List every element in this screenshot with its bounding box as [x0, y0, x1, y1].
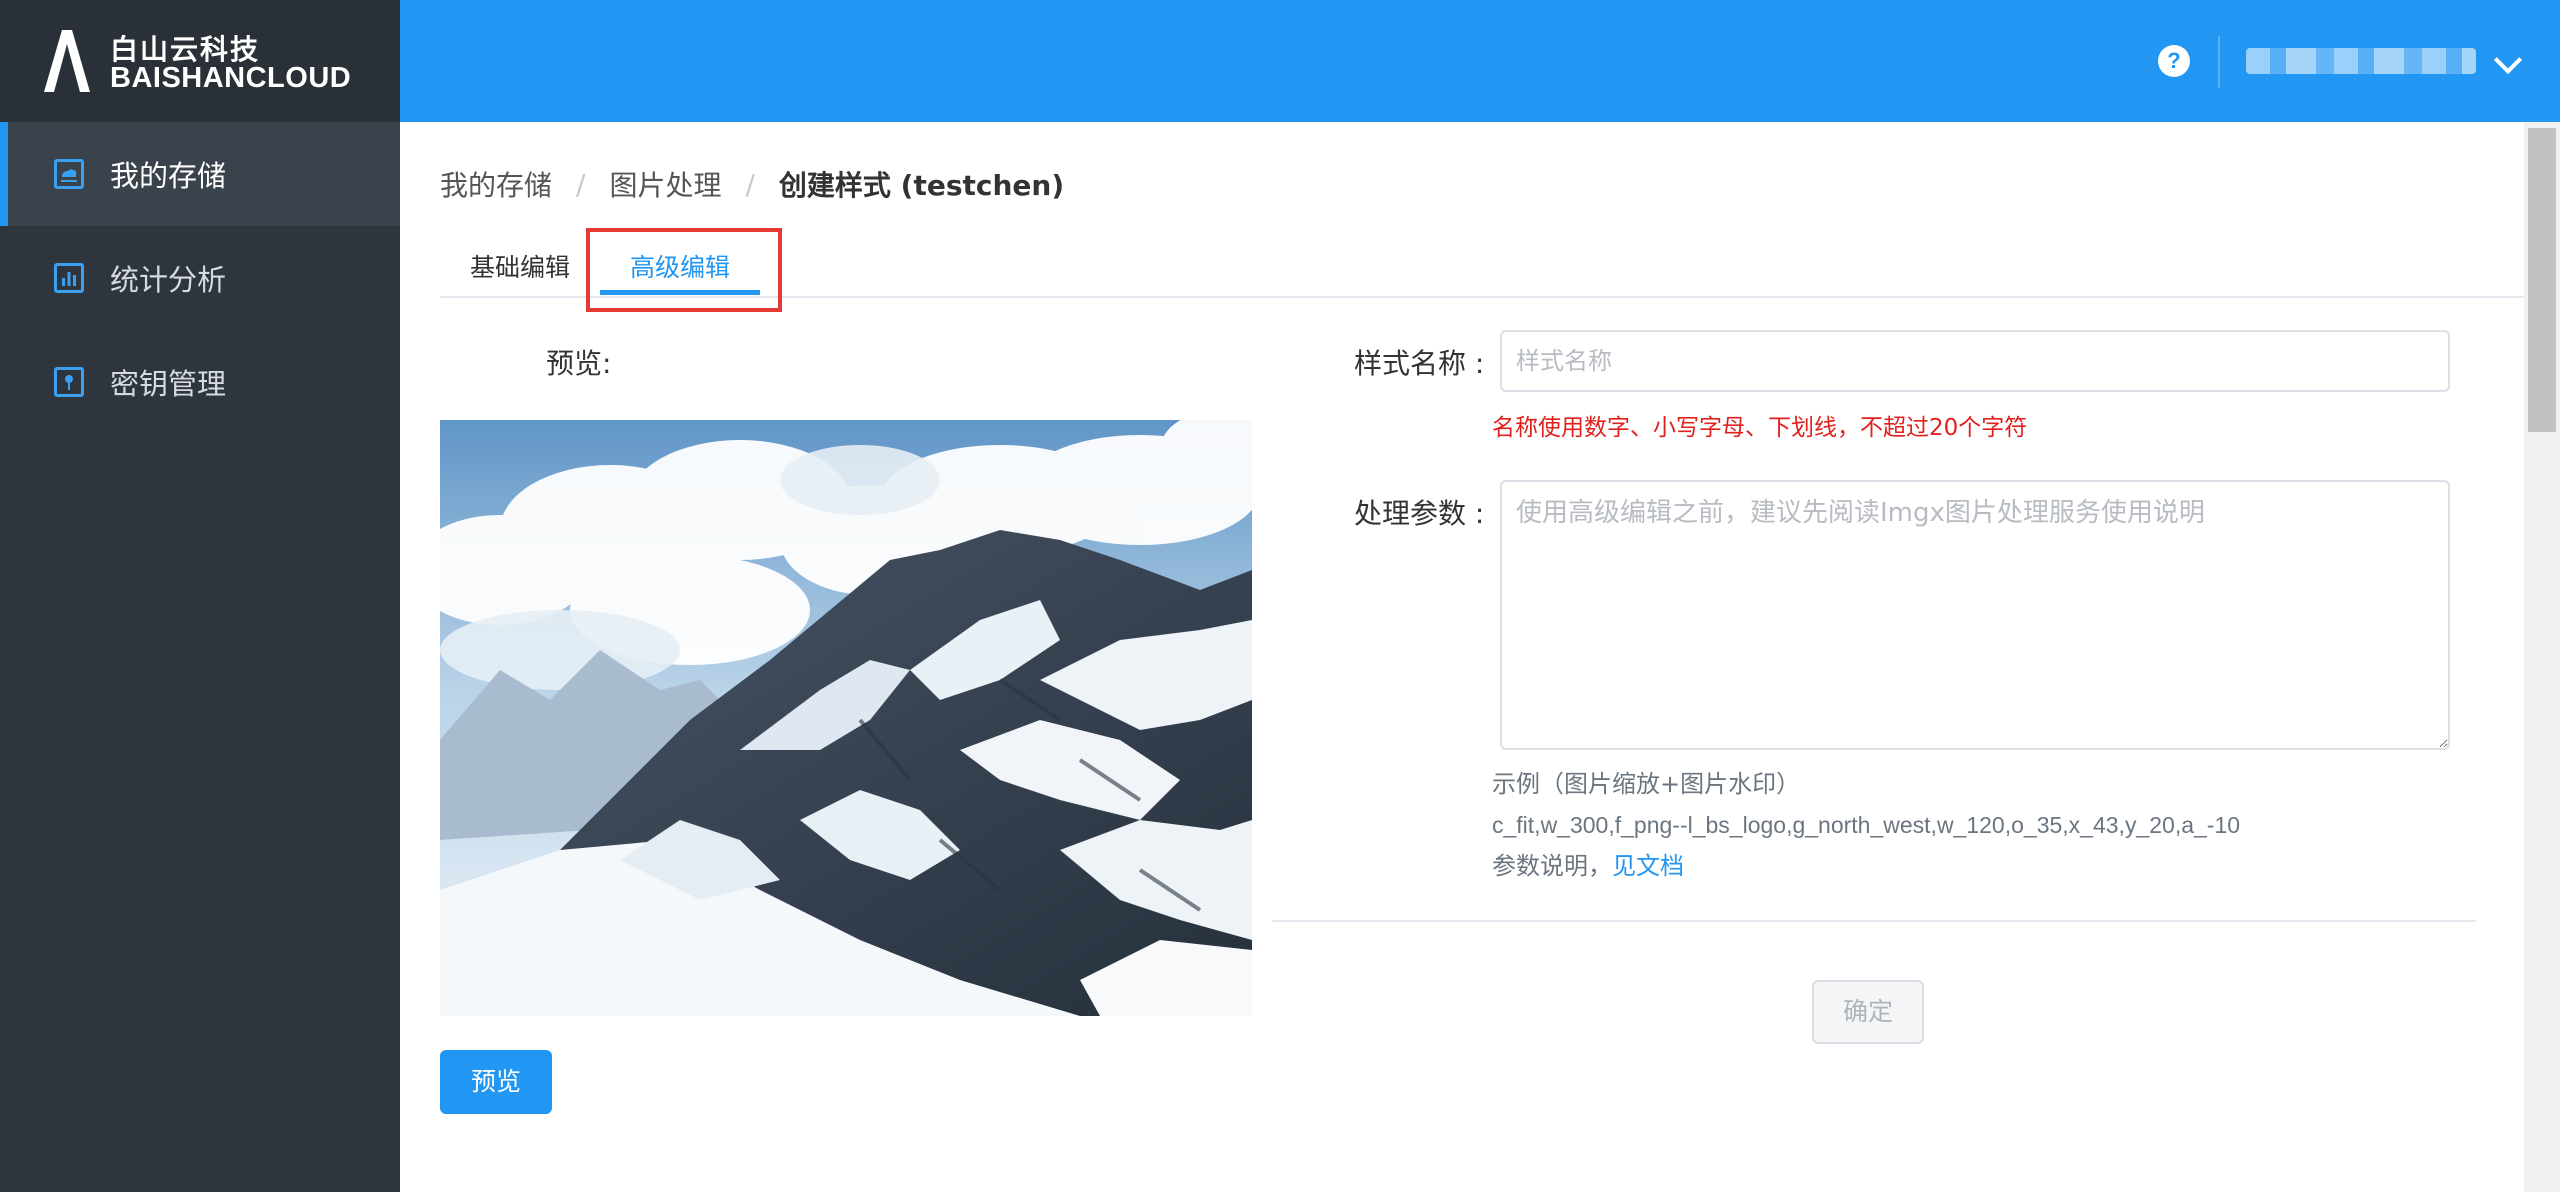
breadcrumb-separator: / — [745, 167, 755, 201]
breadcrumb-item-image-processing[interactable]: 图片处理 — [609, 164, 721, 204]
preview-image — [440, 420, 1252, 1016]
bar-chart-icon — [54, 263, 84, 293]
mountain-landscape-image — [440, 420, 1252, 1016]
sidebar-item-label: 我的存储 — [110, 159, 227, 193]
preview-button[interactable]: 预览 — [440, 1050, 552, 1114]
form-divider — [1272, 920, 2476, 922]
top-header: ? — [400, 0, 2560, 122]
scrollbar-thumb[interactable] — [2528, 128, 2556, 432]
breadcrumb-current: 创建样式 (testchen) — [778, 169, 1065, 202]
style-name-label: 样式名称 : — [1354, 347, 1485, 380]
sidebar-item-label: 密钥管理 — [110, 367, 227, 401]
chevron-down-icon[interactable] — [2493, 45, 2523, 75]
breadcrumb: 我的存储 / 图片处理 / 创建样式 (testchen) — [440, 164, 1064, 204]
confirm-button[interactable]: 确定 — [1812, 980, 1924, 1044]
param-doc-line: 参数说明，见文档 — [1492, 846, 1684, 881]
see-docs-link[interactable]: 见文档 — [1612, 852, 1684, 880]
sidebar-item-label: 统计分析 — [110, 263, 227, 297]
highlight-annotation-box — [586, 228, 782, 312]
process-params-textarea[interactable] — [1500, 480, 2450, 750]
help-icon[interactable]: ? — [2158, 45, 2190, 77]
style-name-hint: 名称使用数字、小写字母、下划线，不超过20个字符 — [1492, 415, 2028, 441]
user-account-name-redacted[interactable] — [2246, 48, 2476, 74]
header-divider — [2218, 36, 2220, 88]
tab-basic-edit[interactable]: 基础编辑 — [470, 248, 570, 284]
preview-label: 预览: — [546, 347, 612, 380]
sidebar-item-statistics[interactable]: 统计分析 — [0, 226, 400, 330]
baishancloud-logo-icon — [44, 30, 90, 92]
brand-logo[interactable]: 白山云科技 BAISHANCLOUD — [0, 0, 400, 122]
breadcrumb-item-storage[interactable]: 我的存储 — [440, 164, 552, 204]
style-name-input[interactable] — [1500, 330, 2450, 392]
sidebar-item-storage[interactable]: 我的存储 — [0, 122, 400, 226]
page-scrollbar[interactable] — [2524, 122, 2560, 1192]
storage-icon — [54, 159, 84, 189]
example-code: c_fit,w_300,f_png--l_bs_logo,g_north_wes… — [1492, 812, 2241, 838]
sidebar-item-keys[interactable]: 密钥管理 — [0, 330, 400, 434]
process-params-label: 处理参数 : — [1354, 497, 1485, 530]
key-icon — [54, 367, 84, 397]
param-doc-prefix: 参数说明， — [1492, 852, 1612, 880]
brand-name-en: BAISHANCLOUD — [110, 62, 352, 94]
example-title: 示例（图片缩放+图片水印） — [1492, 770, 1801, 798]
sidebar: 白山云科技 BAISHANCLOUD 我的存储 统计分析 密钥管理 — [0, 0, 400, 1192]
breadcrumb-separator: / — [576, 167, 586, 201]
